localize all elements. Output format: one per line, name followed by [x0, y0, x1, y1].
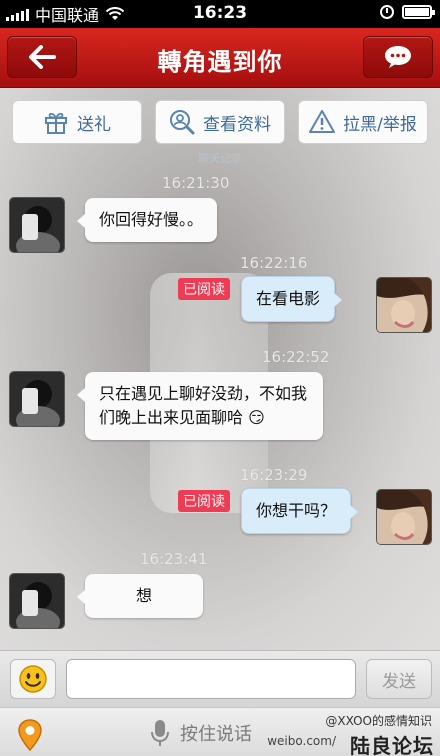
block-report-button[interactable]: 拉黑/举报 — [298, 100, 428, 144]
smirk-emoji-icon: 😏 — [248, 408, 265, 427]
incoming-message[interactable]: 想 — [77, 574, 203, 618]
male-avatar-photo — [10, 198, 64, 252]
gift-label: 送礼 — [77, 114, 111, 135]
read-badge: 已阅读 — [178, 490, 230, 512]
male-avatar-photo — [10, 574, 64, 628]
view-profile-label: 查看资料 — [203, 114, 271, 135]
message-timestamp: 16:23:29 — [240, 466, 308, 484]
push-to-talk-label: 按住说话 — [180, 724, 252, 745]
message-timestamp: 16:21:30 — [162, 174, 230, 192]
watermark-handle: @XXOO的感情知识 — [325, 714, 432, 728]
avatar[interactable] — [9, 197, 65, 253]
push-to-talk-button[interactable]: 按住说话 — [150, 718, 252, 748]
profile-search-icon — [170, 110, 195, 135]
action-bar: 送礼 查看资料 拉黑/举报 — [0, 88, 440, 154]
message-line: 们晚上出来见面聊哈 😏 — [99, 408, 265, 427]
avatar[interactable] — [376, 277, 432, 333]
incoming-message[interactable]: 你回得好慢。。 — [76, 198, 218, 242]
female-avatar-photo — [377, 278, 431, 332]
message-line: 只在遇见上聊好没劲，不如我 — [99, 384, 308, 403]
block-report-label: 拉黑/举报 — [343, 114, 417, 135]
bottom-bar: 按住说话 @XXOO的感情知识 weibo.com/ 陆良论坛 — [0, 707, 440, 756]
speech-bubble-icon — [385, 46, 411, 68]
male-avatar-photo — [10, 372, 64, 426]
gift-button[interactable]: 送礼 — [12, 100, 142, 144]
watermark-brand: 陆良论坛 — [350, 734, 434, 756]
battery-icon — [402, 5, 435, 19]
location-pin-icon — [18, 719, 42, 752]
chat-area[interactable]: 送礼 查看资料 拉黑/举报 聊天记录 16:21:30 你回得好慢。。 16:2… — [0, 88, 440, 650]
location-button[interactable] — [16, 718, 44, 752]
message-timestamp: 16:23:41 — [140, 550, 208, 568]
avatar[interactable] — [9, 573, 65, 629]
alarm-clock-icon — [380, 5, 394, 19]
message-input[interactable] — [66, 659, 356, 699]
avatar[interactable] — [9, 371, 65, 427]
smiley-icon — [19, 665, 47, 693]
outgoing-message[interactable]: 你想干吗？ — [241, 488, 359, 534]
nav-bar: 轉角遇到你 — [0, 28, 440, 88]
warning-icon — [309, 110, 336, 133]
chat-history-link[interactable]: 聊天记录 — [0, 150, 440, 166]
emoji-button[interactable] — [10, 659, 56, 699]
status-time: 16:23 — [192, 3, 248, 23]
send-button[interactable]: 发送 — [366, 659, 432, 699]
read-badge: 已阅读 — [178, 278, 230, 300]
incoming-message[interactable]: 只在遇见上聊好没劲，不如我 们晚上出来见面聊哈 😏 — [77, 372, 323, 440]
status-bar: 中国联通 16:23 — [0, 0, 440, 28]
female-avatar-photo — [377, 490, 431, 544]
input-bar: 发送 — [0, 650, 440, 707]
chat-menu-button[interactable] — [363, 36, 433, 78]
outgoing-message[interactable]: 在看电影 — [241, 276, 343, 322]
view-profile-button[interactable]: 查看资料 — [155, 100, 285, 144]
watermark-url: weibo.com/ — [267, 734, 336, 748]
microphone-icon — [151, 720, 169, 746]
message-timestamp: 16:22:16 — [240, 254, 308, 272]
message-timestamp: 16:22:52 — [262, 348, 330, 366]
avatar[interactable] — [376, 489, 432, 545]
gift-icon — [45, 112, 67, 134]
